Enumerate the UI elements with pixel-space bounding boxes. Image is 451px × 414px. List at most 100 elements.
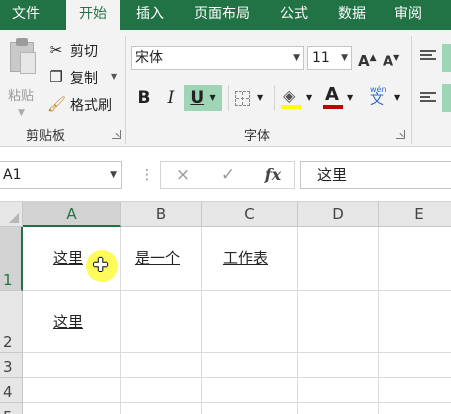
- cell-c3[interactable]: [202, 353, 298, 378]
- row-number: 3: [3, 358, 13, 376]
- font-size-select[interactable]: 11 ▼: [307, 46, 352, 70]
- paper-icon: [20, 52, 36, 74]
- cell-e2[interactable]: [379, 291, 451, 353]
- ribbon: 粘贴 ▼ ✂ 剪切 ❐ 复制 ▼ 🖌 格式刷 剪贴板 宋体 ▼ 11 ▼ A▲ …: [0, 30, 451, 147]
- chevron-down-icon[interactable]: ▼: [347, 85, 353, 111]
- row-number: 4: [3, 383, 13, 401]
- cell-d2[interactable]: [298, 291, 379, 353]
- cell-a5[interactable]: [23, 403, 121, 414]
- cut-label: 剪切: [70, 44, 98, 60]
- tab-formulas[interactable]: 公式: [268, 0, 320, 30]
- copy-label: 复制: [70, 71, 98, 87]
- insert-function-button[interactable]: fx: [253, 162, 293, 188]
- cell-c2[interactable]: [202, 291, 298, 353]
- cell-d3[interactable]: [298, 353, 379, 378]
- shrink-font-button[interactable]: A▼: [383, 46, 403, 70]
- cell-b1[interactable]: 是一个: [121, 227, 202, 291]
- cell-e3[interactable]: [379, 353, 451, 378]
- font-size-value: 11: [312, 50, 330, 66]
- dialog-launcher-icon[interactable]: [112, 130, 121, 139]
- column-header-e[interactable]: E: [379, 202, 451, 227]
- cell-d4[interactable]: [298, 378, 379, 403]
- cell-b3[interactable]: [121, 353, 202, 378]
- grow-font-button[interactable]: A▲: [358, 46, 378, 70]
- cell-c4[interactable]: [202, 378, 298, 403]
- ribbon-tab-bar: 文件 开始 插入 页面布局 公式 数据 审阅: [0, 0, 451, 31]
- formula-buttons: × ✓ fx: [160, 161, 295, 189]
- tab-file[interactable]: 文件: [0, 0, 52, 30]
- chevron-down-icon[interactable]: ▼: [210, 93, 216, 102]
- format-painter-label: 格式刷: [70, 98, 112, 114]
- clipboard-clip-icon: [16, 38, 28, 46]
- scissors-icon: ✂: [49, 41, 63, 59]
- chevron-down-icon[interactable]: ▼: [306, 85, 312, 111]
- cell-d5[interactable]: [298, 403, 379, 414]
- group-divider: [125, 36, 126, 144]
- column-header-c[interactable]: C: [202, 202, 298, 227]
- align-center-button[interactable]: [442, 84, 451, 112]
- row-header-5[interactable]: 5: [0, 403, 23, 414]
- tab-data[interactable]: 数据: [326, 0, 378, 30]
- font-color-button[interactable]: A ▼: [321, 84, 357, 111]
- tab-page-layout[interactable]: 页面布局: [180, 0, 264, 30]
- brush-icon: 🖌: [47, 95, 67, 113]
- column-header-a[interactable]: A: [23, 202, 121, 227]
- cancel-icon[interactable]: ×: [163, 162, 203, 188]
- cell-c1[interactable]: 工作表: [202, 227, 298, 291]
- chevron-down-icon: ▼: [111, 72, 118, 81]
- fill-color-button[interactable]: ◈ ▼: [279, 85, 317, 111]
- dialog-launcher-icon[interactable]: [396, 130, 405, 139]
- tab-home[interactable]: 开始: [66, 0, 120, 31]
- cell-b5[interactable]: [121, 403, 202, 414]
- align-top-icon[interactable]: [420, 50, 436, 64]
- group-divider: [411, 36, 412, 144]
- row-header-1[interactable]: 1: [0, 227, 23, 291]
- cell-a4[interactable]: [23, 378, 121, 403]
- chevron-down-icon[interactable]: ▼: [341, 47, 348, 69]
- caret-down-icon: ▼: [393, 53, 400, 62]
- bold-button[interactable]: B: [133, 85, 155, 111]
- italic-button[interactable]: I: [160, 85, 182, 111]
- enter-icon[interactable]: ✓: [208, 162, 248, 188]
- phonetic-guide-button[interactable]: wén 文 ▼: [364, 85, 404, 111]
- select-all-button[interactable]: [0, 202, 23, 227]
- copy-button[interactable]: ❐ 复制 ▼: [47, 67, 122, 89]
- formula-bar: A1 ▼ ⋮ × ✓ fx 这里: [0, 147, 451, 202]
- font-name-value: 宋体: [135, 50, 163, 66]
- divider: [228, 85, 229, 111]
- row-number: 2: [3, 333, 13, 351]
- align-left-icon[interactable]: [420, 92, 436, 106]
- paste-button[interactable]: 粘贴 ▼: [2, 38, 42, 118]
- font-name-select[interactable]: 宋体 ▼: [131, 46, 304, 70]
- chevron-down-icon[interactable]: ▼: [257, 85, 263, 111]
- cell-select-cursor-icon: ✚: [93, 255, 109, 276]
- row-header-4[interactable]: 4: [0, 378, 23, 403]
- cell-a2[interactable]: 这里: [23, 291, 121, 353]
- cell-a1-text: 这里: [53, 249, 84, 267]
- cell-d1[interactable]: [298, 227, 379, 291]
- cell-b4[interactable]: [121, 378, 202, 403]
- vertical-dots-icon[interactable]: ⋮: [140, 163, 154, 187]
- align-middle-button[interactable]: [442, 44, 451, 72]
- chevron-down-icon[interactable]: ▼: [293, 47, 300, 69]
- shrink-font-label: A: [383, 54, 394, 70]
- cell-b2[interactable]: [121, 291, 202, 353]
- formula-input[interactable]: 这里: [300, 161, 451, 189]
- clipboard-group-label: 剪贴板: [26, 129, 66, 144]
- cell-e5[interactable]: [379, 403, 451, 414]
- borders-button[interactable]: ▼: [232, 85, 268, 111]
- underline-button[interactable]: U ▼: [184, 85, 222, 111]
- cell-a3[interactable]: [23, 353, 121, 378]
- cell-e4[interactable]: [379, 378, 451, 403]
- tab-review[interactable]: 审阅: [382, 0, 434, 30]
- cell-e1[interactable]: [379, 227, 451, 291]
- tab-insert[interactable]: 插入: [124, 0, 176, 30]
- chevron-down-icon[interactable]: ▼: [394, 85, 400, 111]
- cell-c5[interactable]: [202, 403, 298, 414]
- row-header-2[interactable]: 2: [0, 291, 23, 353]
- chevron-down-icon[interactable]: ▼: [110, 162, 117, 188]
- column-header-b[interactable]: B: [121, 202, 202, 227]
- column-header-d[interactable]: D: [298, 202, 379, 227]
- row-header-3[interactable]: 3: [0, 353, 23, 378]
- name-box[interactable]: A1 ▼: [0, 161, 122, 189]
